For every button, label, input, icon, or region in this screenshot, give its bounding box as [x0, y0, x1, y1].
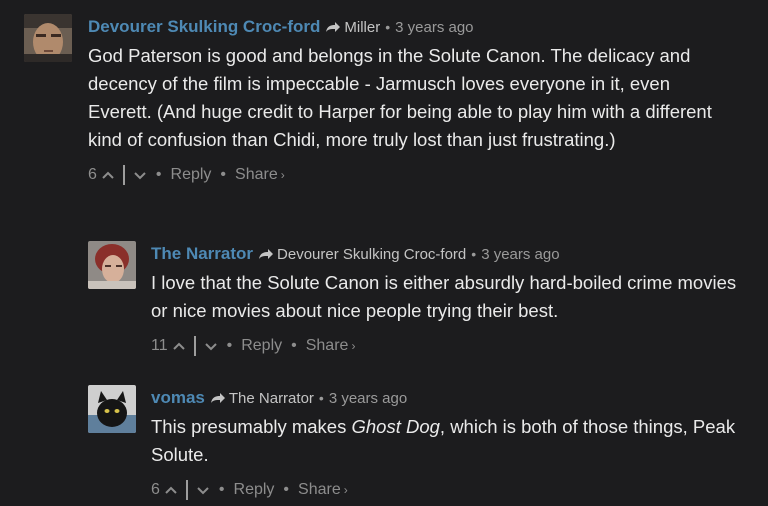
reply-button[interactable]: Reply [241, 337, 282, 355]
share-button[interactable]: Share › [298, 481, 348, 499]
avatar[interactable] [24, 14, 72, 62]
reply-arrow-icon [210, 393, 225, 403]
avatar[interactable] [88, 385, 136, 433]
upvote-count: 11 [151, 337, 168, 354]
action-separator: • [283, 481, 290, 498]
action-separator: • [220, 166, 227, 183]
share-button[interactable]: Share › [235, 166, 285, 184]
comment-actions: 6 • Reply • Share › [151, 477, 751, 503]
parent-author-link[interactable]: The Narrator [229, 390, 314, 407]
action-separator: • [226, 337, 233, 354]
comment-meta: vomas The Narrator • 3 years ago [151, 385, 751, 411]
comment-text: God Paterson is good and belongs in the … [88, 45, 712, 150]
comment-actions: 6 • Reply • Share › [88, 162, 728, 188]
chevron-right-icon: › [280, 168, 285, 182]
comment-meta: The Narrator Devourer Skulking Croc-ford… [151, 241, 751, 267]
timestamp-link[interactable]: 3 years ago [395, 19, 473, 36]
comment-text: This presumably makes Ghost Dog, which i… [151, 413, 751, 469]
vote-divider [185, 480, 188, 500]
share-label: Share [305, 337, 349, 354]
reply-arrow-icon [259, 249, 274, 259]
comment-text: I love that the Solute Canon is either a… [151, 272, 737, 321]
author-link[interactable]: vomas [151, 388, 205, 408]
chevron-right-icon: › [343, 483, 348, 497]
upvote-icon[interactable] [172, 339, 186, 353]
meta-separator: • [471, 246, 477, 262]
upvote-icon[interactable] [101, 168, 115, 182]
downvote-icon[interactable] [196, 483, 210, 497]
share-button[interactable]: Share › [306, 337, 356, 355]
meta-separator: • [318, 390, 324, 406]
comment-actions: 11 • Reply • Share › [151, 333, 751, 359]
comment-text-part: This presumably makes [151, 416, 352, 437]
timestamp-link[interactable]: 3 years ago [481, 246, 559, 263]
share-label: Share [298, 481, 341, 498]
timestamp-link[interactable]: 3 years ago [329, 390, 407, 407]
chevron-right-icon: › [351, 339, 356, 353]
vote-divider [122, 165, 125, 185]
upvote-icon[interactable] [164, 483, 178, 497]
author-link[interactable]: The Narrator [151, 244, 253, 264]
upvote-count: 6 [88, 166, 97, 183]
action-separator: • [218, 481, 225, 498]
meta-separator: • [385, 19, 391, 35]
comment-text-italic: Ghost Dog [351, 416, 440, 437]
author-link[interactable]: Devourer Skulking Croc-ford [88, 17, 320, 37]
share-label: Share [235, 166, 278, 183]
vote-divider [193, 336, 196, 356]
parent-author-link[interactable]: Miller [344, 19, 380, 36]
comment-meta: Devourer Skulking Croc-ford Miller • 3 y… [88, 14, 728, 40]
parent-author-link[interactable]: Devourer Skulking Croc-ford [277, 246, 466, 263]
action-separator: • [155, 166, 162, 183]
reply-button[interactable]: Reply [234, 481, 275, 499]
upvote-count: 6 [151, 481, 160, 498]
action-separator: • [291, 337, 297, 354]
downvote-icon[interactable] [133, 168, 147, 182]
reply-arrow-icon [326, 22, 341, 32]
downvote-icon[interactable] [204, 339, 218, 353]
avatar[interactable] [88, 241, 136, 289]
reply-button[interactable]: Reply [171, 166, 212, 184]
